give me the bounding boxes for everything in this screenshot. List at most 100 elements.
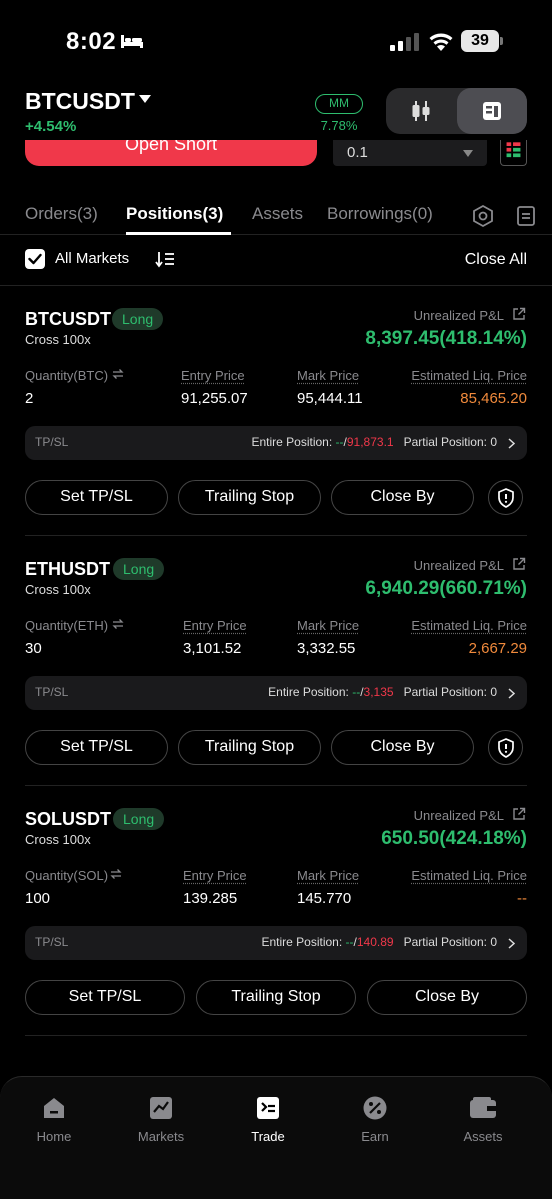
set-tpsl-button[interactable]: Set TP/SL xyxy=(25,730,168,765)
card-divider xyxy=(25,1035,527,1036)
liq-price-label: Estimated Liq. Price xyxy=(411,368,527,383)
close-all-button[interactable]: Close All xyxy=(465,251,527,269)
mm-badge[interactable]: MM xyxy=(315,94,363,114)
nav-earn-label: Earn xyxy=(361,1129,389,1144)
unrealized-pnl-label: Unrealized P&L xyxy=(413,808,504,823)
chevron-right-icon xyxy=(508,438,515,449)
candlestick-icon xyxy=(412,101,430,121)
close-by-button[interactable]: Close By xyxy=(331,480,474,515)
tab-assets[interactable]: Assets xyxy=(252,204,303,224)
close-by-button[interactable]: Close By xyxy=(331,730,474,765)
tab-positions[interactable]: Positions(3) xyxy=(126,204,223,224)
nav-earn[interactable]: Earn xyxy=(335,1095,415,1144)
all-markets-checkbox[interactable] xyxy=(25,249,45,269)
unrealized-pnl-value: 6,940.29(660.71%) xyxy=(365,578,527,599)
history-document-icon[interactable] xyxy=(514,204,538,228)
position-protection-button[interactable] xyxy=(488,730,523,765)
mark-price-value: 95,444.11 xyxy=(297,390,363,407)
margin-mode: Cross 100x xyxy=(25,332,91,347)
home-icon xyxy=(44,1098,64,1118)
set-tpsl-button[interactable]: Set TP/SL xyxy=(25,980,185,1015)
share-external-icon[interactable] xyxy=(512,307,526,321)
swap-units-icon[interactable] xyxy=(110,868,122,880)
markets-icon xyxy=(150,1097,172,1119)
open-short-button[interactable]: Open Short xyxy=(25,140,317,166)
close-by-button[interactable]: Close By xyxy=(367,980,527,1015)
position-protection-button[interactable] xyxy=(488,480,523,515)
tab-borrowings[interactable]: Borrowings(0) xyxy=(327,204,433,224)
nav-markets[interactable]: Markets xyxy=(121,1095,201,1144)
position-card-solusdt: SOLUSDT Long Cross 100x Unrealized P&L 6… xyxy=(0,786,552,1036)
share-external-icon[interactable] xyxy=(512,807,526,821)
position-card-ethusdt: ETHUSDT Long Cross 100x Unrealized P&L 6… xyxy=(0,536,552,786)
quantity-value: 30 xyxy=(25,640,42,657)
mm-ratio: 7.78% xyxy=(320,118,358,133)
order-book-depth-icon[interactable] xyxy=(500,140,527,166)
quantity-label: Quantity(BTC) xyxy=(25,368,109,383)
filter-row: All Markets Close All xyxy=(0,236,552,286)
clock: 8:02 xyxy=(66,28,117,55)
set-tpsl-button[interactable]: Set TP/SL xyxy=(25,480,168,515)
checkmark-icon xyxy=(28,253,42,265)
all-markets-label[interactable]: All Markets xyxy=(55,250,129,267)
margin-mode: Cross 100x xyxy=(25,832,91,847)
swap-units-icon[interactable] xyxy=(112,368,124,380)
order-form-icon xyxy=(483,102,501,120)
quantity-select[interactable]: 0.1 xyxy=(333,140,487,166)
settings-hexagon-icon[interactable] xyxy=(471,204,495,228)
chart-view-button[interactable] xyxy=(386,88,456,134)
liq-price-value: 2,667.29 xyxy=(468,640,527,657)
trailing-stop-button[interactable]: Trailing Stop xyxy=(196,980,356,1015)
quantity-select-value: 0.1 xyxy=(347,144,368,161)
unrealized-pnl-label: Unrealized P&L xyxy=(413,308,504,323)
earn-icon xyxy=(363,1096,387,1120)
unrealized-pnl-value: 8,397.45(418.14%) xyxy=(365,328,527,349)
positions-tabs: Orders(3) Positions(3) Assets Borrowings… xyxy=(0,190,552,235)
entry-price-value: 3,101.52 xyxy=(183,640,242,657)
nav-home-label: Home xyxy=(36,1129,72,1144)
sleep-bed-icon xyxy=(121,35,143,48)
tpsl-label: TP/SL xyxy=(35,685,69,699)
position-symbol[interactable]: BTCUSDT xyxy=(25,309,111,330)
nav-assets-label: Assets xyxy=(463,1129,503,1144)
trailing-stop-button[interactable]: Trailing Stop xyxy=(178,480,321,515)
trailing-stop-button[interactable]: Trailing Stop xyxy=(178,730,321,765)
view-mode-toggle xyxy=(386,88,527,134)
liq-price-value: 85,465.20 xyxy=(460,390,527,407)
trade-view-button[interactable] xyxy=(457,88,527,134)
entry-price-label: Entry Price xyxy=(183,868,247,883)
position-symbol[interactable]: SOLUSDT xyxy=(25,809,111,830)
wifi-icon xyxy=(429,33,453,51)
chevron-right-icon xyxy=(508,938,515,949)
quantity-value: 100 xyxy=(25,890,51,907)
wallet-icon xyxy=(470,1097,496,1118)
battery-indicator: 39 xyxy=(461,30,503,52)
symbol-selector[interactable]: BTCUSDT xyxy=(25,88,135,115)
mark-price-value: 3,332.55 xyxy=(297,640,356,657)
swap-units-icon[interactable] xyxy=(112,618,124,630)
position-symbol[interactable]: ETHUSDT xyxy=(25,559,110,580)
trade-header: BTCUSDT +4.54% MM 7.78% xyxy=(0,80,552,140)
tpsl-info: Entire Position: --/91,873.1 Partial Pos… xyxy=(251,435,497,449)
tpsl-label: TP/SL xyxy=(35,935,69,949)
tpsl-label: TP/SL xyxy=(35,435,69,449)
liq-price-value: -- xyxy=(517,890,527,907)
tpsl-summary-bar[interactable]: TP/SL Entire Position: --/91,873.1 Parti… xyxy=(25,426,527,460)
unrealized-pnl-label: Unrealized P&L xyxy=(413,558,504,573)
nav-home[interactable]: Home xyxy=(14,1095,94,1144)
position-side-badge: Long xyxy=(113,558,165,580)
tpsl-info: Entire Position: --/140.89 Partial Posit… xyxy=(261,935,497,949)
nav-assets[interactable]: Assets xyxy=(443,1095,523,1144)
quantity-value: 2 xyxy=(25,390,34,407)
tpsl-summary-bar[interactable]: TP/SL Entire Position: --/140.89 Partial… xyxy=(25,926,527,960)
position-card-btcusdt: BTCUSDT Long Cross 100x Unrealized P&L 8… xyxy=(0,286,552,536)
tab-orders[interactable]: Orders(3) xyxy=(25,204,98,224)
mark-price-label: Mark Price xyxy=(297,868,360,883)
status-bar: 8:02 39 xyxy=(0,0,552,80)
margin-mode: Cross 100x xyxy=(25,582,91,597)
share-external-icon[interactable] xyxy=(512,557,526,571)
sort-icon[interactable] xyxy=(155,250,175,268)
caret-down-icon[interactable] xyxy=(138,94,152,104)
nav-trade[interactable]: Trade xyxy=(228,1095,308,1144)
tpsl-summary-bar[interactable]: TP/SL Entire Position: --/3,135 Partial … xyxy=(25,676,527,710)
